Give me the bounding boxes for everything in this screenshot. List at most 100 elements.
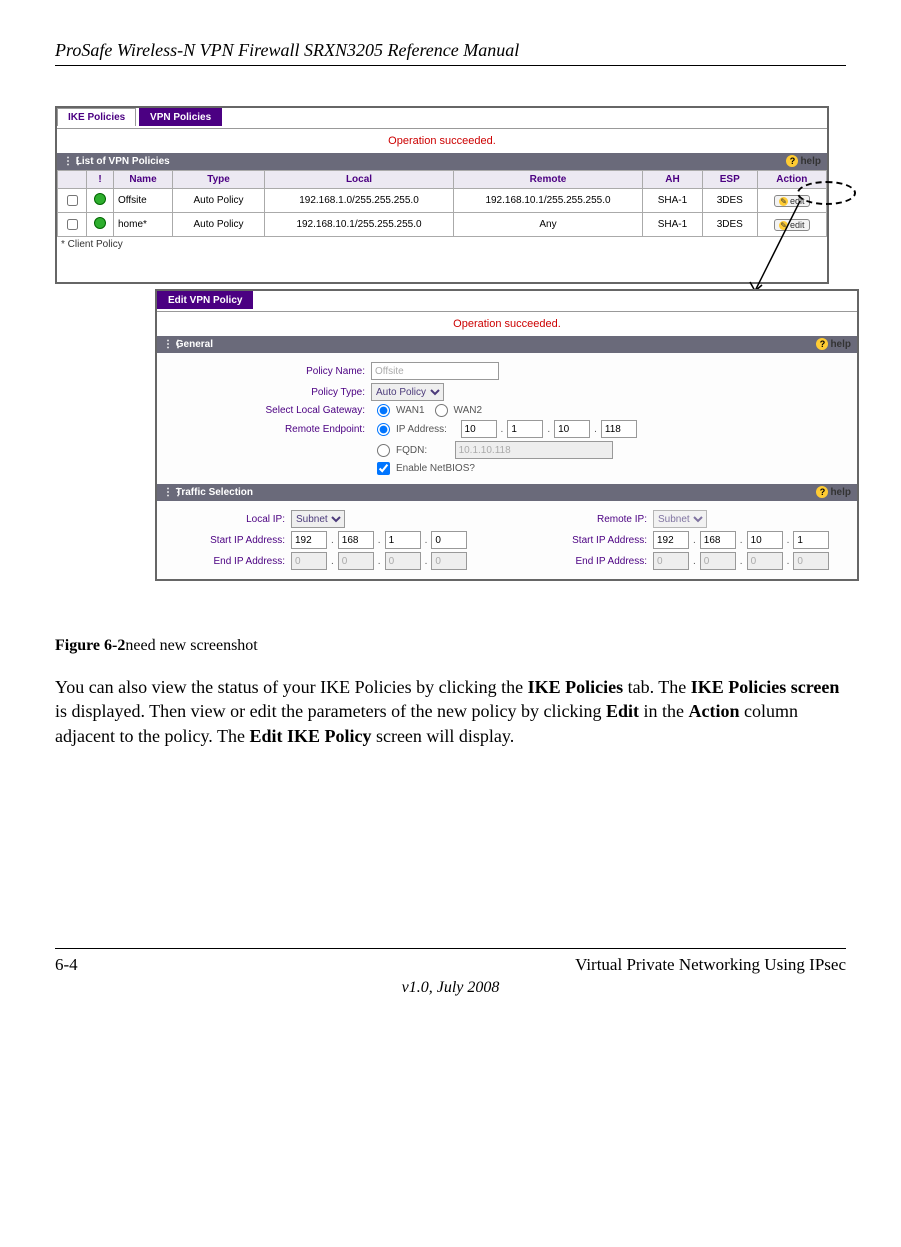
- help-link[interactable]: ?help: [786, 155, 821, 167]
- cell-esp: 3DES: [702, 189, 757, 213]
- footer-rule: [55, 948, 846, 949]
- table-footnote: * Client Policy: [57, 237, 827, 252]
- local-end-ip-4: [431, 552, 467, 570]
- status-dot-icon: [94, 193, 106, 205]
- local-start-ip-1[interactable]: [291, 531, 327, 549]
- help-link[interactable]: ?help: [816, 338, 851, 350]
- wan2-label: WAN2: [454, 405, 483, 416]
- label-local-start-ip: Start IP Address:: [165, 535, 291, 546]
- cell-remote: Any: [454, 213, 643, 237]
- local-end-ip-2: [338, 552, 374, 570]
- edit-label: edit: [790, 196, 805, 206]
- cell-ah: SHA-1: [643, 189, 703, 213]
- body-text-2: tab. The: [623, 677, 691, 697]
- footer-version: v1.0, July 2008: [55, 979, 846, 997]
- endpoint-fqdn-radio[interactable]: [377, 444, 390, 457]
- col-esp: ESP: [702, 171, 757, 189]
- label-local-ip: Local IP:: [165, 514, 291, 525]
- help-icon: ?: [786, 155, 798, 167]
- help-text: help: [800, 156, 821, 167]
- body-text-3: is displayed. Then view or edit the para…: [55, 701, 606, 721]
- label-select-gateway: Select Local Gateway:: [165, 405, 371, 416]
- help-link[interactable]: ?help: [816, 486, 851, 498]
- grip-icon: ⋮⋮: [163, 339, 173, 350]
- local-ip-select[interactable]: Subnet: [291, 510, 345, 528]
- figure-6-2: IKE Policies VPN Policies Operation succ…: [55, 106, 846, 631]
- label-remote-start-ip: Start IP Address:: [527, 535, 653, 546]
- traffic-form: Local IP: Subnet Start IP Address: . . .: [157, 501, 857, 579]
- fqdn-input: [455, 441, 613, 459]
- remote-column: Remote IP: Subnet Start IP Address: . . …: [527, 507, 849, 573]
- cell-local: 192.168.10.1/255.255.255.0: [265, 213, 454, 237]
- body-bold-5: Edit IKE Policy: [249, 726, 371, 746]
- tab-strip: IKE Policies VPN Policies: [57, 108, 827, 129]
- wan1-radio[interactable]: [377, 404, 390, 417]
- local-start-ip-3[interactable]: [385, 531, 421, 549]
- remote-end-ip-3: [747, 552, 783, 570]
- body-bold-4: Action: [689, 701, 740, 721]
- edit-button[interactable]: ✎edit: [774, 195, 810, 207]
- remote-end-ip-2: [700, 552, 736, 570]
- label-remote-endpoint: Remote Endpoint:: [165, 424, 371, 435]
- label-policy-type: Policy Type:: [165, 387, 371, 398]
- label-local-end-ip: End IP Address:: [165, 556, 291, 567]
- remote-end-ip-4: [793, 552, 829, 570]
- label-policy-name: Policy Name:: [165, 366, 371, 377]
- fqdn-label: FQDN:: [396, 445, 427, 456]
- grip-icon: ⋮⋮: [163, 487, 173, 498]
- figure-label: Figure 6-2: [55, 637, 125, 654]
- general-section-bar: ⋮⋮ General ?help: [157, 336, 857, 353]
- tab-strip: Edit VPN Policy: [157, 291, 857, 312]
- edit-label: edit: [790, 220, 805, 230]
- status-dot-icon: [94, 217, 106, 229]
- help-icon: ?: [816, 486, 828, 498]
- body-text-4: in the: [639, 701, 689, 721]
- edit-button[interactable]: ✎edit: [774, 219, 810, 231]
- general-title: General: [176, 339, 213, 350]
- body-bold-2: IKE Policies screen: [691, 677, 840, 697]
- policy-type-select[interactable]: Auto Policy: [371, 383, 444, 401]
- vpn-policies-table: ! Name Type Local Remote AH ESP Action O…: [57, 170, 827, 237]
- col-type: Type: [173, 171, 265, 189]
- local-start-ip-4[interactable]: [431, 531, 467, 549]
- endpoint-ip-radio[interactable]: [377, 423, 390, 436]
- remote-start-ip-2[interactable]: [700, 531, 736, 549]
- traffic-section-bar: ⋮⋮ Traffic Selection ?help: [157, 484, 857, 501]
- ip-octet-2[interactable]: [507, 420, 543, 438]
- cell-remote: 192.168.10.1/255.255.255.0: [454, 189, 643, 213]
- cell-esp: 3DES: [702, 213, 757, 237]
- table-row: Offsite Auto Policy 192.168.1.0/255.255.…: [58, 189, 827, 213]
- remote-start-ip-1[interactable]: [653, 531, 689, 549]
- row-select-checkbox[interactable]: [67, 219, 78, 230]
- policy-name-input[interactable]: [371, 362, 499, 380]
- table-header-row: ! Name Type Local Remote AH ESP Action: [58, 171, 827, 189]
- remote-end-ip-1: [653, 552, 689, 570]
- label-remote-ip: Remote IP:: [527, 514, 653, 525]
- remote-start-ip-3[interactable]: [747, 531, 783, 549]
- tab-edit-vpn-policy[interactable]: Edit VPN Policy: [157, 291, 253, 309]
- tab-ike-policies[interactable]: IKE Policies: [57, 108, 136, 126]
- cell-name: home*: [114, 213, 173, 237]
- wan1-label: WAN1: [396, 405, 425, 416]
- cell-local: 192.168.1.0/255.255.255.0: [265, 189, 454, 213]
- enable-netbios-checkbox[interactable]: [377, 462, 390, 475]
- wan2-radio[interactable]: [435, 404, 448, 417]
- footer-section-title: Virtual Private Networking Using IPsec: [575, 955, 846, 975]
- list-title: List of VPN Policies: [76, 156, 170, 167]
- remote-ip-select: Subnet: [653, 510, 707, 528]
- ip-octet-3[interactable]: [554, 420, 590, 438]
- remote-start-ip-4[interactable]: [793, 531, 829, 549]
- table-row: home* Auto Policy 192.168.10.1/255.255.2…: [58, 213, 827, 237]
- help-text: help: [830, 339, 851, 350]
- ip-octet-1[interactable]: [461, 420, 497, 438]
- help-text: help: [830, 487, 851, 498]
- page-footer: 6-4 Virtual Private Networking Using IPs…: [55, 955, 846, 975]
- local-start-ip-2[interactable]: [338, 531, 374, 549]
- row-select-checkbox[interactable]: [67, 195, 78, 206]
- tab-vpn-policies[interactable]: VPN Policies: [139, 108, 222, 126]
- netbios-label: Enable NetBIOS?: [396, 463, 475, 474]
- footer-page-number: 6-4: [55, 955, 78, 975]
- ip-octet-4[interactable]: [601, 420, 637, 438]
- local-column: Local IP: Subnet Start IP Address: . . .: [165, 507, 487, 573]
- status-message: Operation succeeded.: [57, 129, 827, 153]
